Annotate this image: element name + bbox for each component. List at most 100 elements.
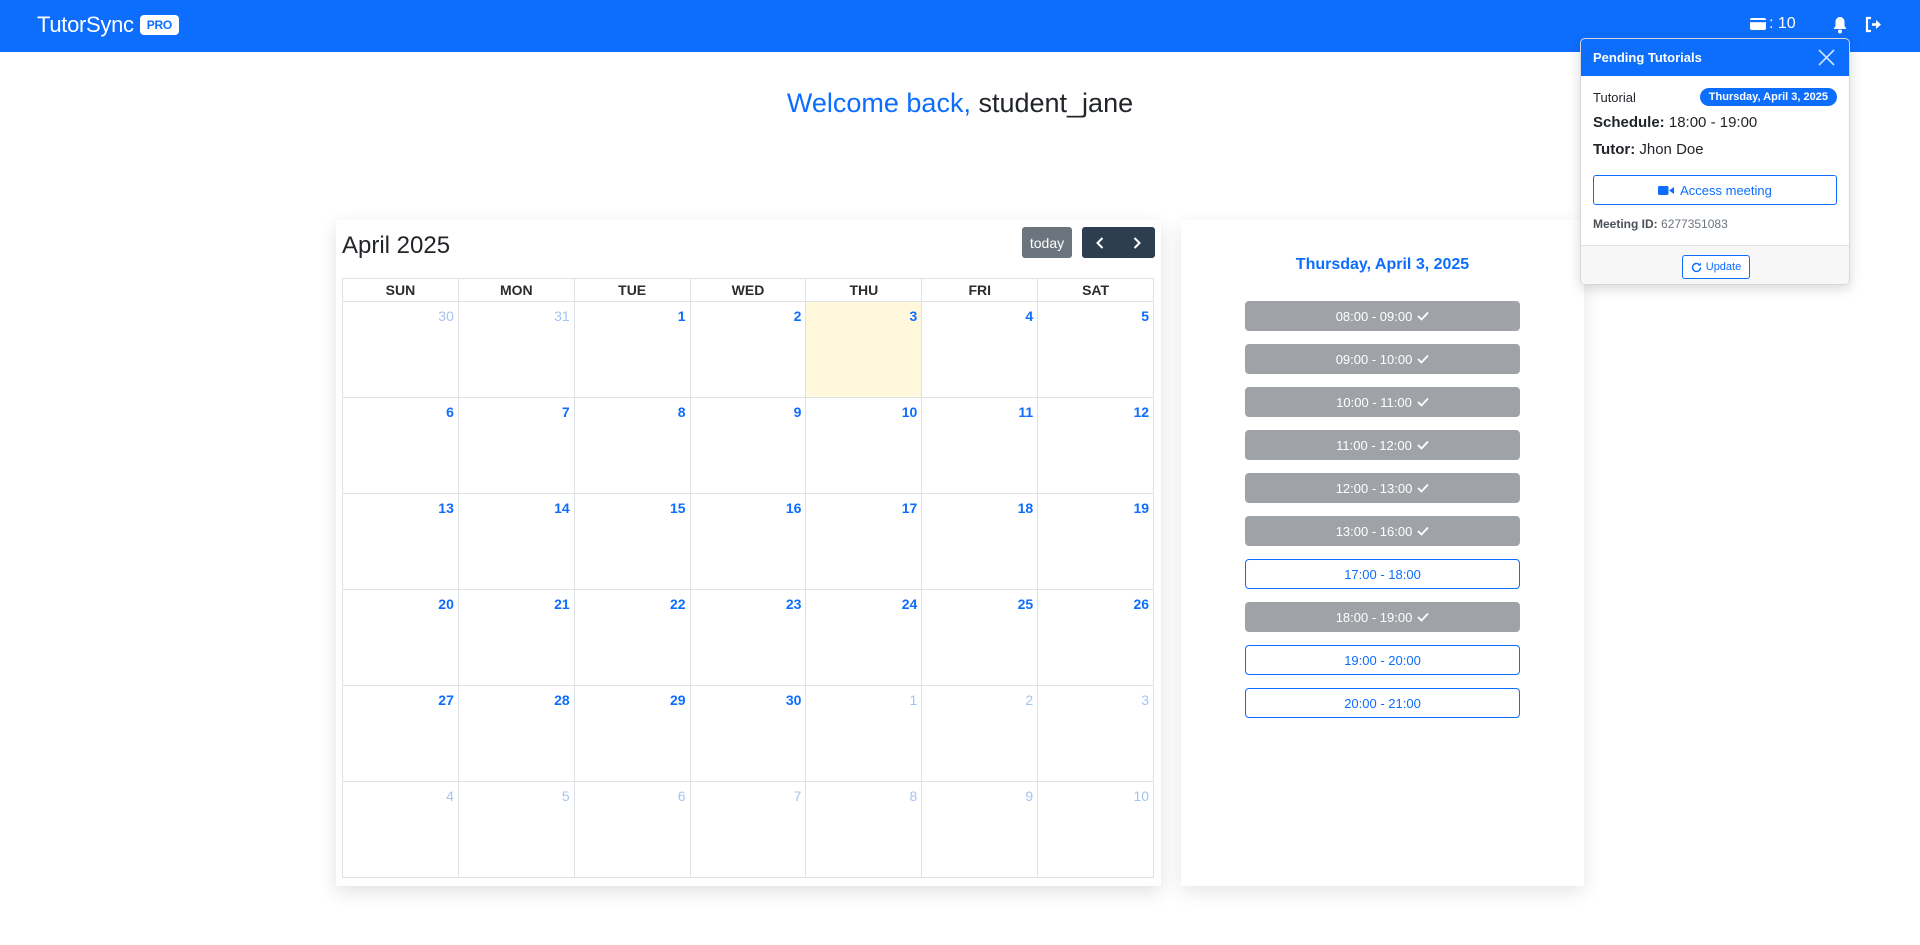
close-icon[interactable]: [1818, 49, 1835, 69]
calendar-day-cell[interactable]: 9: [922, 782, 1039, 878]
calendar-day-cell[interactable]: 5: [1038, 302, 1155, 398]
calendar-day-cell[interactable]: 25: [922, 590, 1039, 686]
time-slot-available[interactable]: 17:00 - 18:00: [1245, 559, 1520, 589]
brand-name: TutorSync: [37, 12, 134, 37]
calendar-day-today[interactable]: 3: [806, 302, 923, 398]
schedule-label: Schedule:: [1593, 114, 1665, 131]
time-slot-booked[interactable]: 08:00 - 09:00: [1245, 301, 1520, 331]
popup-title: Pending Tutorials: [1593, 50, 1702, 65]
calendar-week-row: 27 28 29 30 1 2 3: [343, 686, 1155, 782]
calendar-day-cell[interactable]: 6: [574, 782, 691, 878]
time-slot-booked[interactable]: 10:00 - 11:00: [1245, 387, 1520, 417]
calendar-card: April 2025 today SUN MON TUE WED THU FRI SAT 3…: [336, 220, 1161, 886]
calendar-day-cell[interactable]: 11: [922, 398, 1039, 494]
weekday-header: SUN MON TUE WED THU FRI SAT: [343, 279, 1155, 302]
calendar-month-title: April 2025: [342, 232, 451, 259]
welcome-prefix: Welcome back,: [786, 88, 971, 118]
calendar-day-cell[interactable]: 9: [690, 398, 807, 494]
calendar-day-cell[interactable]: 8: [806, 782, 923, 878]
calendar-day-cell[interactable]: 6: [343, 398, 459, 494]
time-slot-available[interactable]: 20:00 - 21:00: [1245, 688, 1520, 718]
calendar-day-cell[interactable]: 13: [343, 494, 459, 590]
check-icon: [1417, 483, 1429, 493]
time-slot-booked[interactable]: 09:00 - 10:00: [1245, 344, 1520, 374]
calendar-day-cell[interactable]: 1: [806, 686, 923, 782]
calendar-day-cell[interactable]: 4: [343, 782, 459, 878]
time-slot-label: 20:00 - 21:00: [1344, 695, 1421, 711]
weekday-header-cell: MON: [458, 279, 575, 302]
calendar-day-cell[interactable]: 4: [922, 302, 1039, 398]
calendar-day-cell[interactable]: 31: [458, 302, 575, 398]
calendar-day-cell[interactable]: 2: [922, 686, 1039, 782]
weekday-header-cell: TUE: [574, 279, 691, 302]
popup-header: Pending Tutorials: [1581, 39, 1849, 76]
calendar-day-cell[interactable]: 17: [806, 494, 923, 590]
next-month-button[interactable]: [1119, 227, 1156, 258]
check-icon: [1417, 397, 1429, 407]
schedule-card: Thursday, April 3, 2025 08:00 - 09:00 09:…: [1181, 220, 1584, 886]
calendar-day-cell[interactable]: 7: [690, 782, 807, 878]
calendar-day-cell[interactable]: 30: [343, 302, 459, 398]
time-slot-booked[interactable]: 18:00 - 19:00: [1245, 602, 1520, 632]
time-slot-label: 19:00 - 20:00: [1344, 652, 1421, 668]
brand-logo[interactable]: TutorSync PRO: [37, 12, 179, 38]
popup-body: Tutorial Thursday, April 3, 2025 Schedul…: [1581, 76, 1849, 243]
tutor-value: Jhon Doe: [1639, 141, 1704, 158]
calendar-day-cell[interactable]: 24: [806, 590, 923, 686]
calendar-day-cell[interactable]: 5: [458, 782, 575, 878]
calendar-week-row: 13 14 15 16 17 18 19: [343, 494, 1155, 590]
calendar-day-cell[interactable]: 14: [458, 494, 575, 590]
today-button[interactable]: today: [1022, 227, 1072, 258]
meeting-id-value: 6277351083: [1661, 217, 1728, 231]
weekday-header-cell: WED: [690, 279, 807, 302]
calendar-day-cell[interactable]: 30: [690, 686, 807, 782]
credits-indicator[interactable]: : 10: [1749, 15, 1796, 33]
meeting-id-line: Meeting ID: 6277351083: [1593, 217, 1728, 231]
calendar-week-row: 4 5 6 7 8 9 10: [343, 782, 1155, 878]
calendar-day-cell[interactable]: 15: [574, 494, 691, 590]
meeting-id-label: Meeting ID:: [1593, 217, 1658, 231]
calendar-week-row: 30 31 1 2 3 4 5: [343, 302, 1155, 398]
time-slot-booked[interactable]: 11:00 - 12:00: [1245, 430, 1520, 460]
schedule-line: Schedule: 18:00 - 19:00: [1593, 114, 1757, 131]
time-slot-available[interactable]: 19:00 - 20:00: [1245, 645, 1520, 675]
calendar-day-cell[interactable]: 22: [574, 590, 691, 686]
tutor-label: Tutor:: [1593, 141, 1636, 158]
calendar-day-cell[interactable]: 26: [1038, 590, 1155, 686]
calendar-day-cell[interactable]: 12: [1038, 398, 1155, 494]
update-button[interactable]: Update: [1682, 255, 1750, 279]
tutorial-type: Tutorial: [1593, 90, 1636, 105]
calendar-day-cell[interactable]: 28: [458, 686, 575, 782]
calendar-day-cell[interactable]: 21: [458, 590, 575, 686]
calendar-day-cell[interactable]: 7: [458, 398, 575, 494]
time-slot-label: 12:00 - 13:00: [1335, 480, 1413, 496]
prev-month-button[interactable]: [1082, 227, 1119, 258]
calendar-day-cell[interactable]: 19: [1038, 494, 1155, 590]
calendar-day-cell[interactable]: 23: [690, 590, 807, 686]
calendar-day-cell[interactable]: 20: [343, 590, 459, 686]
chevron-left-icon: [1096, 236, 1104, 249]
calendar-day-cell[interactable]: 10: [806, 398, 923, 494]
calendar-week-row: 6 7 8 9 10 11 12: [343, 398, 1155, 494]
time-slot-booked[interactable]: 13:00 - 16:00: [1245, 516, 1520, 546]
tutorial-date-badge: Thursday, April 3, 2025: [1699, 88, 1837, 106]
time-slot-label: 13:00 - 16:00: [1335, 523, 1413, 539]
calendar-day-cell[interactable]: 1: [574, 302, 691, 398]
schedule-value: 18:00 - 19:00: [1668, 114, 1758, 131]
weekday-header-cell: FRI: [922, 279, 1039, 302]
calendar-day-cell[interactable]: 29: [574, 686, 691, 782]
calendar-day-cell[interactable]: 16: [690, 494, 807, 590]
time-slot-booked[interactable]: 12:00 - 13:00: [1245, 473, 1520, 503]
calendar-day-cell[interactable]: 3: [1038, 686, 1155, 782]
logout-icon[interactable]: [1864, 16, 1883, 38]
calendar-day-cell[interactable]: 10: [1038, 782, 1155, 878]
check-icon: [1417, 354, 1429, 364]
bell-icon[interactable]: [1832, 16, 1848, 39]
calendar-day-cell[interactable]: 27: [343, 686, 459, 782]
calendar-day-cell[interactable]: 8: [574, 398, 691, 494]
welcome-username: student_jane: [978, 88, 1134, 118]
calendar-day-cell[interactable]: 2: [690, 302, 807, 398]
access-meeting-button[interactable]: Access meeting: [1593, 175, 1837, 205]
time-slot-label: 09:00 - 10:00: [1335, 351, 1413, 367]
calendar-day-cell[interactable]: 18: [922, 494, 1039, 590]
